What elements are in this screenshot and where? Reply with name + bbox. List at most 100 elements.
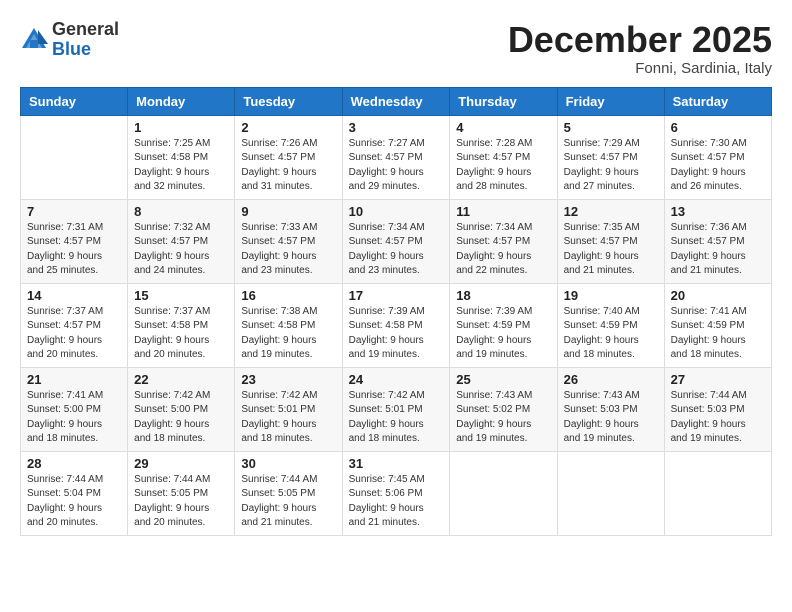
calendar-cell: 5Sunrise: 7:29 AMSunset: 4:57 PMDaylight…	[557, 115, 664, 199]
calendar-cell: 16Sunrise: 7:38 AMSunset: 4:58 PMDayligh…	[235, 283, 342, 367]
day-info: Sunrise: 7:39 AMSunset: 4:58 PMDaylight:…	[349, 305, 444, 363]
calendar-cell: 29Sunrise: 7:44 AMSunset: 5:05 PMDayligh…	[128, 451, 235, 535]
logo: General Blue	[20, 20, 119, 60]
calendar-cell: 18 Sunrise: 7:39 AMSunset: 4:59 PMDayligh…	[450, 283, 557, 367]
calendar-cell: 26 Sunrise: 7:43 AMSunset: 5:03 PMDayligh…	[557, 367, 664, 451]
calendar-cell: 28Sunrise: 7:44 AMSunset: 5:04 PMDayligh…	[21, 451, 128, 535]
day-info: Sunrise: 7:25 AMSunset: 4:58 PMDaylight:…	[134, 137, 228, 195]
calendar-cell: 17Sunrise: 7:39 AMSunset: 4:58 PMDayligh…	[342, 283, 450, 367]
calendar-cell: 22 Sunrise: 7:42 AMSunset: 5:00 PMDayligh…	[128, 367, 235, 451]
calendar-cell: 6 Sunrise: 7:30 AMSunset: 4:57 PMDaylight…	[664, 115, 771, 199]
day-info: Sunrise: 7:34 AMSunset: 4:57 PMDaylight:…	[349, 221, 444, 279]
day-number: 20	[671, 288, 765, 303]
calendar: SundayMondayTuesdayWednesdayThursdayFrid…	[20, 87, 772, 536]
day-number: 25	[456, 372, 550, 387]
calendar-cell: 23 Sunrise: 7:42 AMSunset: 5:01 PMDayligh…	[235, 367, 342, 451]
week-row-4: 21 Sunrise: 7:41 AMSunset: 5:00 PMDayligh…	[21, 367, 772, 451]
day-number: 21	[27, 372, 121, 387]
day-number: 28	[27, 456, 121, 471]
day-number: 11	[456, 204, 550, 219]
calendar-cell: 20 Sunrise: 7:41 AMSunset: 4:59 PMDayligh…	[664, 283, 771, 367]
calendar-cell: 8 Sunrise: 7:32 AMSunset: 4:57 PMDaylight…	[128, 199, 235, 283]
calendar-cell: 30Sunrise: 7:44 AMSunset: 5:05 PMDayligh…	[235, 451, 342, 535]
day-info: Sunrise: 7:30 AMSunset: 4:57 PMDaylight:…	[671, 137, 765, 195]
day-info: Sunrise: 7:28 AMSunset: 4:57 PMDaylight:…	[456, 137, 550, 195]
day-info: Sunrise: 7:41 AMSunset: 4:59 PMDaylight:…	[671, 305, 765, 363]
calendar-cell: 14 Sunrise: 7:37 AMSunset: 4:57 PMDayligh…	[21, 283, 128, 367]
day-number: 22	[134, 372, 228, 387]
calendar-cell: 12 Sunrise: 7:35 AMSunset: 4:57 PMDayligh…	[557, 199, 664, 283]
day-number: 27	[671, 372, 765, 387]
day-info: Sunrise: 7:26 AMSunset: 4:57 PMDaylight:…	[241, 137, 335, 195]
day-number: 23	[241, 372, 335, 387]
day-info: Sunrise: 7:32 AMSunset: 4:57 PMDaylight:…	[134, 221, 228, 279]
day-info: Sunrise: 7:42 AMSunset: 5:01 PMDaylight:…	[241, 389, 335, 447]
day-info: Sunrise: 7:42 AMSunset: 5:00 PMDaylight:…	[134, 389, 228, 447]
calendar-cell: 7 Sunrise: 7:31 AMSunset: 4:57 PMDaylight…	[21, 199, 128, 283]
week-row-3: 14 Sunrise: 7:37 AMSunset: 4:57 PMDayligh…	[21, 283, 772, 367]
day-number: 24	[349, 372, 444, 387]
calendar-cell: 21 Sunrise: 7:41 AMSunset: 5:00 PMDayligh…	[21, 367, 128, 451]
day-info: Sunrise: 7:44 AMSunset: 5:03 PMDaylight:…	[671, 389, 765, 447]
calendar-cell: 3 Sunrise: 7:27 AMSunset: 4:57 PMDaylight…	[342, 115, 450, 199]
day-header-friday: Friday	[557, 87, 664, 115]
calendar-cell	[21, 115, 128, 199]
day-info: Sunrise: 7:43 AMSunset: 5:03 PMDaylight:…	[564, 389, 658, 447]
calendar-cell: 4Sunrise: 7:28 AMSunset: 4:57 PMDaylight…	[450, 115, 557, 199]
day-info: Sunrise: 7:35 AMSunset: 4:57 PMDaylight:…	[564, 221, 658, 279]
day-info: Sunrise: 7:39 AMSunset: 4:59 PMDaylight:…	[456, 305, 550, 363]
calendar-cell: 25Sunrise: 7:43 AMSunset: 5:02 PMDayligh…	[450, 367, 557, 451]
day-header-thursday: Thursday	[450, 87, 557, 115]
calendar-cell: 10Sunrise: 7:34 AMSunset: 4:57 PMDayligh…	[342, 199, 450, 283]
calendar-cell: 13 Sunrise: 7:36 AMSunset: 4:57 PMDayligh…	[664, 199, 771, 283]
day-number: 5	[564, 120, 658, 135]
day-info: Sunrise: 7:38 AMSunset: 4:58 PMDaylight:…	[241, 305, 335, 363]
day-number: 15	[134, 288, 228, 303]
day-number: 9	[241, 204, 335, 219]
calendar-cell: 24 Sunrise: 7:42 AMSunset: 5:01 PMDayligh…	[342, 367, 450, 451]
day-info: Sunrise: 7:37 AMSunset: 4:57 PMDaylight:…	[27, 305, 121, 363]
month-title: December 2025	[508, 20, 772, 60]
calendar-cell: 2 Sunrise: 7:26 AMSunset: 4:57 PMDaylight…	[235, 115, 342, 199]
day-number: 26	[564, 372, 658, 387]
week-row-1: 1 Sunrise: 7:25 AMSunset: 4:58 PMDaylight…	[21, 115, 772, 199]
day-number: 2	[241, 120, 335, 135]
day-number: 14	[27, 288, 121, 303]
day-number: 8	[134, 204, 228, 219]
calendar-cell: 11Sunrise: 7:34 AMSunset: 4:57 PMDayligh…	[450, 199, 557, 283]
day-info: Sunrise: 7:44 AMSunset: 5:05 PMDaylight:…	[134, 473, 228, 531]
calendar-cell	[557, 451, 664, 535]
day-number: 12	[564, 204, 658, 219]
day-number: 18	[456, 288, 550, 303]
day-number: 13	[671, 204, 765, 219]
logo-icon	[20, 26, 48, 54]
day-number: 19	[564, 288, 658, 303]
day-number: 6	[671, 120, 765, 135]
calendar-cell: 1 Sunrise: 7:25 AMSunset: 4:58 PMDaylight…	[128, 115, 235, 199]
day-info: Sunrise: 7:37 AMSunset: 4:58 PMDaylight:…	[134, 305, 228, 363]
logo-text: General Blue	[52, 20, 119, 60]
day-info: Sunrise: 7:31 AMSunset: 4:57 PMDaylight:…	[27, 221, 121, 279]
calendar-cell: 19Sunrise: 7:40 AMSunset: 4:59 PMDayligh…	[557, 283, 664, 367]
day-info: Sunrise: 7:44 AMSunset: 5:05 PMDaylight:…	[241, 473, 335, 531]
day-info: Sunrise: 7:41 AMSunset: 5:00 PMDaylight:…	[27, 389, 121, 447]
calendar-cell	[664, 451, 771, 535]
day-number: 31	[349, 456, 444, 471]
day-number: 1	[134, 120, 228, 135]
calendar-cell: 27 Sunrise: 7:44 AMSunset: 5:03 PMDayligh…	[664, 367, 771, 451]
day-number: 3	[349, 120, 444, 135]
page-header: General Blue December 2025 Fonni, Sardin…	[20, 20, 772, 77]
logo-blue: Blue	[52, 39, 91, 59]
day-info: Sunrise: 7:27 AMSunset: 4:57 PMDaylight:…	[349, 137, 444, 195]
day-info: Sunrise: 7:45 AMSunset: 5:06 PMDaylight:…	[349, 473, 444, 531]
day-number: 7	[27, 204, 121, 219]
location: Fonni, Sardinia, Italy	[508, 60, 772, 77]
day-header-wednesday: Wednesday	[342, 87, 450, 115]
day-header-sunday: Sunday	[21, 87, 128, 115]
day-header-tuesday: Tuesday	[235, 87, 342, 115]
day-info: Sunrise: 7:42 AMSunset: 5:01 PMDaylight:…	[349, 389, 444, 447]
calendar-cell	[450, 451, 557, 535]
calendar-cell: 15 Sunrise: 7:37 AMSunset: 4:58 PMDayligh…	[128, 283, 235, 367]
day-info: Sunrise: 7:36 AMSunset: 4:57 PMDaylight:…	[671, 221, 765, 279]
day-info: Sunrise: 7:33 AMSunset: 4:57 PMDaylight:…	[241, 221, 335, 279]
